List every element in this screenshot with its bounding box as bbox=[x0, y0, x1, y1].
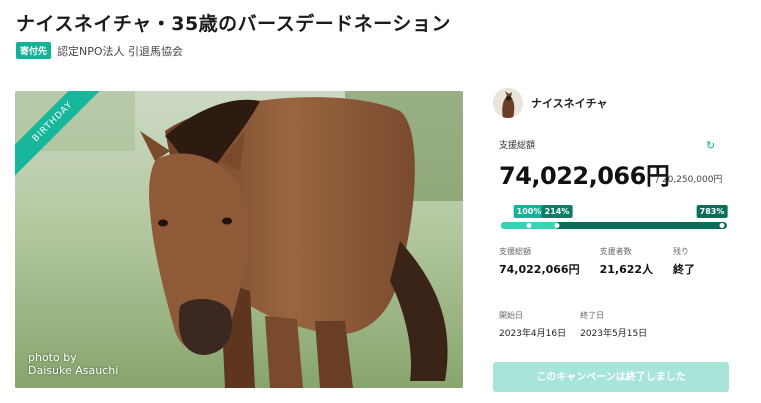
campaign-ended-button[interactable]: このキャンペーンは終了しました bbox=[493, 362, 729, 392]
stat-value: 21,622人 bbox=[599, 263, 654, 276]
stat-label: 支援総額 bbox=[499, 247, 531, 256]
donation-target-badge: 寄付先 bbox=[16, 42, 52, 59]
refresh-icon[interactable]: ↻ bbox=[706, 139, 715, 152]
stat-value: 終了 bbox=[673, 263, 696, 276]
owner-name[interactable]: ナイスネイチャ bbox=[531, 95, 608, 111]
total-amount: 74,022,066円 bbox=[499, 162, 670, 190]
avatar[interactable] bbox=[493, 88, 523, 118]
start-date: 開始日 2023年4月16日 bbox=[499, 310, 566, 339]
owner-row[interactable]: ナイスネイチャ bbox=[493, 88, 733, 118]
date-label: 終了日 bbox=[580, 311, 605, 320]
photo-credit-line2: Daisuke Asauchi bbox=[28, 364, 119, 377]
stat-total: 支援総額 74,022,066円 bbox=[499, 246, 580, 277]
photo-credit: photo by Daisuke Asauchi bbox=[28, 351, 118, 377]
stats-row: 支援総額 74,022,066円 支援者数 21,622人 残り 終了 bbox=[499, 246, 715, 277]
progress-dot-3 bbox=[719, 223, 725, 228]
stat-label: 残り bbox=[673, 247, 690, 256]
horse-avatar-icon bbox=[493, 88, 523, 118]
progress-bar: 100% 214% 783% bbox=[501, 205, 728, 231]
target-amount: / 20,250,000円 bbox=[656, 175, 723, 185]
hero-photo: BIRTHDAY photo by Daisuke Asauchi bbox=[15, 91, 463, 388]
date-value: 2023年5月15日 bbox=[580, 329, 648, 339]
organization-link[interactable]: 認定NPO法人 引退馬協会 bbox=[57, 43, 183, 59]
stat-label: 支援者数 bbox=[599, 247, 632, 256]
progress-marker-100: 100% bbox=[513, 205, 545, 218]
horse-image bbox=[15, 91, 463, 388]
stat-supporters: 支援者数 21,622人 bbox=[600, 246, 653, 277]
progress-dot-2 bbox=[554, 223, 560, 228]
campaign-sidebar: ナイスネイチャ 支援総額 ↻ 74,022,066円 / 20,250,000円… bbox=[493, 88, 733, 392]
date-value: 2023年4月16日 bbox=[499, 329, 567, 339]
progress-marker-783: 783% bbox=[696, 205, 728, 218]
stat-value: 74,022,066円 bbox=[499, 263, 580, 276]
photo-credit-line1: photo by bbox=[28, 351, 77, 364]
date-label: 開始日 bbox=[499, 311, 523, 320]
dates-row: 開始日 2023年4月16日 終了日 2023年5月15日 bbox=[499, 310, 661, 339]
organization-row: 寄付先 認定NPO法人 引退馬協会 bbox=[16, 42, 183, 59]
progress-dot-1 bbox=[526, 223, 532, 228]
end-date: 終了日 2023年5月15日 bbox=[580, 310, 647, 339]
page-title: ナイスネイチャ・35歳のバースデードネーション bbox=[16, 13, 451, 35]
progress-track bbox=[501, 222, 727, 229]
stat-remaining: 残り 終了 bbox=[673, 246, 695, 277]
total-label: 支援総額 bbox=[499, 141, 536, 151]
progress-marker-214: 214% bbox=[541, 205, 573, 218]
